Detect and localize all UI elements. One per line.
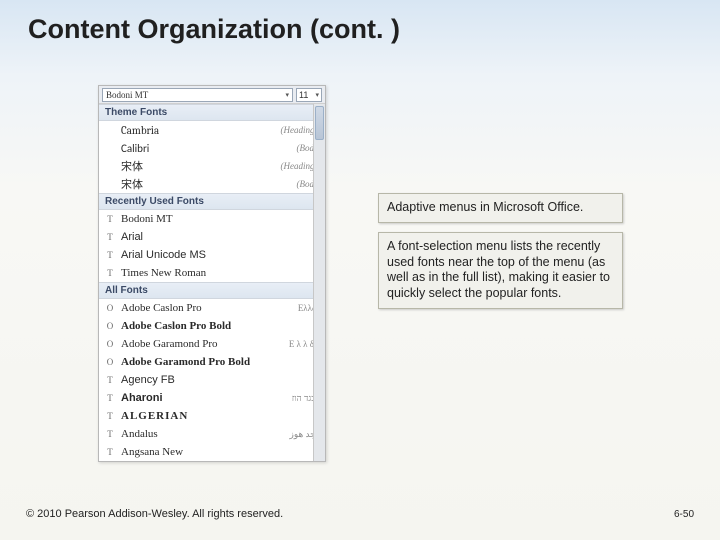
font-name-label: Aharoni xyxy=(121,392,288,404)
font-size-value: 11 xyxy=(299,90,308,100)
font-name-label: Cambria xyxy=(121,124,277,137)
all-fonts-list: OAdobe Caslon ProΕλλδαOAdobe Caslon Pro … xyxy=(99,299,325,461)
font-name-label: ALGERIAN xyxy=(121,410,321,422)
truetype-icon: T xyxy=(103,213,117,225)
opentype-icon: O xyxy=(103,338,117,350)
truetype-icon: T xyxy=(103,231,117,243)
font-option[interactable]: 宋体(Headings) xyxy=(99,157,325,175)
font-size-combobox[interactable]: 11 ▾ xyxy=(296,88,322,102)
truetype-icon: T xyxy=(103,374,117,386)
font-dropdown-panel: Bodoni MT ▾ 11 ▾ Theme Fonts Cambria(Hea… xyxy=(98,85,326,462)
font-option[interactable]: OAdobe Garamond ProΕ λ λ δ α xyxy=(99,335,325,353)
font-option[interactable]: T Angsana New xyxy=(99,443,325,461)
truetype-icon: T xyxy=(103,249,117,261)
scrollbar-thumb[interactable] xyxy=(315,106,324,140)
font-name-label: Calibri xyxy=(121,142,293,155)
font-option[interactable]: Calibri(Body) xyxy=(99,139,325,157)
font-option[interactable]: T ALGERIAN xyxy=(99,407,325,425)
font-option[interactable]: O Adobe Caslon Pro Bold xyxy=(99,317,325,335)
font-option[interactable]: T Arial xyxy=(99,228,325,246)
truetype-icon: T xyxy=(103,392,117,404)
theme-fonts-list: Cambria(Headings)Calibri(Body)宋体(Heading… xyxy=(99,121,325,193)
font-name-label: Adobe Caslon Pro Bold xyxy=(121,320,321,332)
font-icon xyxy=(103,142,117,154)
font-option[interactable]: TAharoniאבגד הוז xyxy=(99,389,325,407)
callout-caption: Adaptive menus in Microsoft Office. xyxy=(378,193,623,223)
font-name-value: Bodoni MT xyxy=(106,90,148,100)
recent-fonts-list: T Bodoni MT T Arial T Arial Unicode MS T Times … xyxy=(99,210,325,282)
truetype-icon: T xyxy=(103,428,117,440)
font-name-label: 宋体 xyxy=(121,158,277,174)
font-name-label: Arial xyxy=(121,231,321,243)
font-icon xyxy=(103,160,117,172)
opentype-icon: O xyxy=(103,320,117,332)
font-name-label: Arial Unicode MS xyxy=(121,249,321,261)
footer-page-number: 6-50 xyxy=(674,509,694,520)
font-name-label: Agency FB xyxy=(121,374,321,386)
font-name-label: Bodoni MT xyxy=(121,213,321,225)
opentype-icon: O xyxy=(103,302,117,314)
truetype-icon: T xyxy=(103,267,117,279)
font-name-label: Adobe Caslon Pro xyxy=(121,302,294,314)
font-name-label: Angsana New xyxy=(121,446,321,458)
section-recent-fonts: Recently Used Fonts xyxy=(99,193,325,210)
truetype-icon: T xyxy=(103,446,117,458)
truetype-icon: T xyxy=(103,410,117,422)
font-option[interactable]: Cambria(Headings) xyxy=(99,121,325,139)
font-option[interactable]: T Arial Unicode MS xyxy=(99,246,325,264)
font-option[interactable]: 宋体(Body) xyxy=(99,175,325,193)
font-ribbon-row: Bodoni MT ▾ 11 ▾ xyxy=(99,86,325,104)
font-name-label: Adobe Garamond Pro xyxy=(121,338,285,350)
callout-body: A font-selection menu lists the recently… xyxy=(378,232,623,309)
section-theme-fonts: Theme Fonts xyxy=(99,104,325,121)
font-option[interactable]: O Adobe Garamond Pro Bold xyxy=(99,353,325,371)
scrollbar-track[interactable] xyxy=(313,104,325,461)
font-name-label: Andalus xyxy=(121,428,285,440)
font-icon xyxy=(103,124,117,136)
font-option[interactable]: T Bodoni MT xyxy=(99,210,325,228)
font-option[interactable]: T Times New Roman xyxy=(99,264,325,282)
font-option[interactable]: OAdobe Caslon ProΕλλδα xyxy=(99,299,325,317)
section-all-fonts: All Fonts xyxy=(99,282,325,299)
chevron-down-icon: ▾ xyxy=(315,91,319,99)
font-icon xyxy=(103,178,117,190)
font-name-label: 宋体 xyxy=(121,176,293,192)
font-option[interactable]: TAndalusأبجد هوز xyxy=(99,425,325,443)
font-name-combobox[interactable]: Bodoni MT ▾ xyxy=(102,88,293,102)
chevron-down-icon: ▾ xyxy=(285,91,289,99)
font-option[interactable]: T Agency FB xyxy=(99,371,325,389)
footer-copyright: © 2010 Pearson Addison-Wesley. All right… xyxy=(26,508,283,520)
slide-title: Content Organization (cont. ) xyxy=(28,14,400,45)
opentype-icon: O xyxy=(103,356,117,368)
font-name-label: Adobe Garamond Pro Bold xyxy=(121,356,321,368)
font-name-label: Times New Roman xyxy=(121,267,321,279)
